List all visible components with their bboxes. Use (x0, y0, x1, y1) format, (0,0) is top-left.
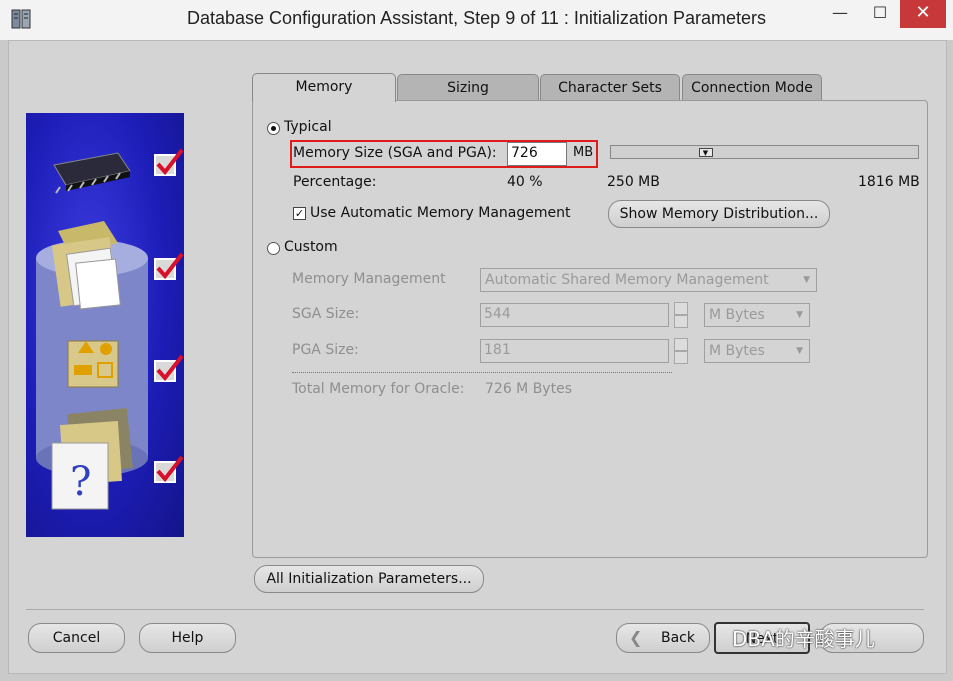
dropdown-arrow-icon: ▼ (796, 346, 803, 356)
show-memory-distribution-button[interactable]: Show Memory Distribution... (608, 200, 830, 228)
pga-spinner-down[interactable] (674, 351, 688, 364)
step-complete-check-icon (154, 148, 184, 176)
sga-spinner-down[interactable] (674, 315, 688, 328)
minimize-button[interactable]: — (818, 0, 862, 28)
shapes-icon (67, 340, 119, 388)
watermark-text: DBA的辛酸事儿 (732, 627, 875, 651)
memory-size-input[interactable]: 726 (507, 142, 567, 166)
sga-spinner-up[interactable] (674, 302, 688, 315)
title-bar: Database Configuration Assistant, Step 9… (0, 0, 953, 41)
tab-memory[interactable]: Memory (252, 73, 396, 102)
total-memory-label: Total Memory for Oracle: (292, 381, 465, 397)
dropdown-arrow-icon: ▼ (796, 310, 803, 320)
pga-spinner-up[interactable] (674, 338, 688, 351)
slider-max-label: 1816 MB (858, 174, 920, 190)
all-initialization-parameters-button[interactable]: All Initialization Parameters... (254, 565, 484, 593)
pga-size-label: PGA Size: (292, 342, 359, 358)
sga-unit-select[interactable]: M Bytes ▼ (704, 303, 810, 327)
dropdown-arrow-icon: ▼ (803, 275, 810, 285)
tab-character-sets[interactable]: Character Sets (540, 74, 680, 101)
memory-slider-track[interactable] (610, 145, 919, 159)
memory-size-label: Memory Size (SGA and PGA): (293, 145, 497, 161)
cancel-button[interactable]: Cancel (28, 623, 125, 653)
step-complete-check-icon (154, 354, 184, 382)
documents-folder-icon (51, 221, 121, 310)
window-title: Database Configuration Assistant, Step 9… (187, 8, 766, 28)
memory-management-select[interactable]: Automatic Shared Memory Management ▼ (480, 268, 817, 292)
custom-radio[interactable] (267, 242, 280, 255)
svg-text:?: ? (70, 459, 91, 505)
amm-checkbox[interactable]: ✓ (293, 207, 306, 220)
step-complete-check-icon (154, 455, 184, 483)
sga-unit-value: M Bytes (709, 307, 765, 323)
sga-size-label: SGA Size: (292, 306, 360, 322)
footer-separator (26, 609, 924, 610)
memory-tab-panel (252, 100, 928, 558)
typical-label: Typical (284, 119, 332, 135)
memory-management-value: Automatic Shared Memory Management (485, 272, 769, 288)
tab-sizing[interactable]: Sizing (397, 74, 539, 101)
typical-radio[interactable] (267, 122, 280, 135)
back-button-label: Back (661, 630, 695, 646)
percentage-value: 40 % (507, 174, 543, 190)
amm-label: Use Automatic Memory Management (310, 205, 571, 221)
help-button[interactable]: Help (139, 623, 236, 653)
close-button[interactable]: ✕ (900, 0, 946, 28)
percentage-label: Percentage: (293, 174, 377, 190)
memory-chip-icon (53, 152, 131, 194)
pga-size-input[interactable]: 181 (480, 339, 669, 363)
total-memory-value: 726 M Bytes (485, 381, 572, 397)
pga-unit-value: M Bytes (709, 343, 765, 359)
memory-unit-label: MB (573, 145, 594, 160)
maximize-button[interactable]: ☐ (858, 0, 902, 28)
sga-size-input[interactable]: 544 (480, 303, 669, 327)
custom-label: Custom (284, 239, 338, 255)
back-arrow-icon: ❮ (629, 628, 643, 647)
memory-slider-thumb[interactable]: ▼ (698, 148, 713, 157)
pga-unit-select[interactable]: M Bytes ▼ (704, 339, 810, 363)
slider-min-label: 250 MB (607, 174, 660, 190)
back-button[interactable]: ❮ Back (616, 623, 710, 653)
step-complete-check-icon (154, 252, 184, 280)
total-divider (292, 372, 672, 373)
memory-management-label: Memory Management (292, 271, 446, 287)
tab-connection-mode[interactable]: Connection Mode (682, 74, 822, 101)
